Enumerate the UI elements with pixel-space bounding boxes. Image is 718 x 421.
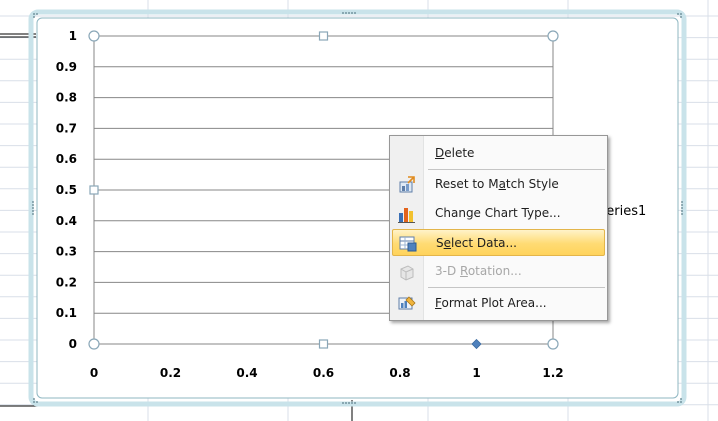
y-tick-label: 0.4 (56, 214, 77, 228)
y-tick-label: 0.9 (56, 60, 77, 74)
chart-canvas: 0 0.1 0.2 0.3 0.4 0.5 0.6 0.7 0.8 0.9 1 0 0.2 0.4 0.6… (0, 0, 718, 421)
menu-item-select-data[interactable]: Select Data... (392, 229, 605, 256)
plot-area-side-handle[interactable] (89, 185, 99, 195)
x-tick-label: 0.2 (160, 366, 181, 380)
y-tick-label: 0.5 (56, 183, 77, 197)
y-tick-label: 0.6 (56, 152, 77, 166)
menu-item-select-data-label: Select Data... (436, 236, 517, 250)
rotation-3d-icon (397, 262, 417, 282)
context-menu[interactable]: Delete Reset to Match Style Change Chart… (389, 135, 608, 321)
x-tick-label: 0 (90, 366, 98, 380)
menu-item-delete[interactable]: Delete (392, 140, 605, 167)
x-tick-label: 1.2 (542, 366, 563, 380)
y-tick-label: 0.7 (56, 121, 77, 135)
menu-item-change-chart-type[interactable]: Change Chart Type... (392, 200, 605, 227)
menu-item-delete-label: Delete (435, 146, 475, 160)
x-tick-label: 0.6 (313, 366, 334, 380)
y-tick-label: 0 (69, 337, 77, 351)
menu-separator (428, 169, 605, 170)
format-plot-area-icon (397, 294, 417, 314)
worksheet: 0 0.1 0.2 0.3 0.4 0.5 0.6 0.7 0.8 0.9 1 0 0.2 0.4 0.6… (0, 0, 718, 421)
menu-item-format-plot-area-label: Format Plot Area... (435, 296, 547, 310)
x-tick-label: 0.8 (389, 366, 410, 380)
y-tick-label: 0.2 (56, 275, 77, 289)
menu-item-reset-to-match-style[interactable]: Reset to Match Style (392, 171, 605, 198)
plot-area-corner-handle[interactable] (547, 338, 559, 350)
plot-area-corner-handle[interactable] (88, 338, 100, 350)
chart-type-icon (397, 204, 417, 224)
select-data-icon (398, 234, 418, 254)
menu-separator (428, 287, 605, 288)
y-tick-label: 1 (69, 29, 77, 43)
menu-item-change-chart-type-label: Change Chart Type... (435, 206, 561, 220)
menu-item-format-plot-area[interactable]: Format Plot Area... (392, 290, 605, 317)
menu-item-3d-rotation-label: 3-D Rotation... (435, 264, 522, 278)
reset-style-icon (397, 175, 417, 195)
x-tick-label: 0.4 (236, 366, 257, 380)
plot-area-corner-handle[interactable] (88, 30, 100, 42)
plot-area-side-handle[interactable] (318, 339, 329, 349)
menu-item-reset-to-match-style-label: Reset to Match Style (435, 177, 559, 191)
y-tick-label: 0.8 (56, 91, 77, 105)
plot-area-side-handle[interactable] (318, 31, 329, 41)
y-tick-label: 0.3 (56, 245, 77, 259)
x-tick-label: 1 (472, 366, 480, 380)
plot-area-corner-handle[interactable] (547, 30, 559, 42)
menu-item-3d-rotation: 3-D Rotation... (392, 258, 605, 285)
y-tick-label: 0.1 (56, 306, 77, 320)
